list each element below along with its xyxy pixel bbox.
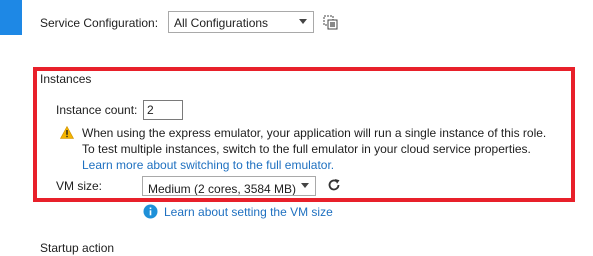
service-configuration-value: All Configurations [174, 16, 269, 30]
service-configuration-dropdown[interactable]: All Configurations [168, 11, 314, 33]
warning-icon [59, 125, 75, 139]
startup-action-header: Startup action [40, 241, 115, 255]
vm-size-label: VM size: [56, 179, 103, 193]
warning-message-line-1: When using the express emulator, your ap… [82, 126, 547, 140]
chevron-down-icon [301, 183, 309, 188]
chevron-down-icon [299, 19, 307, 24]
left-accent-strip [0, 0, 22, 35]
instance-count-input[interactable] [143, 100, 183, 120]
full-emulator-learn-more-link[interactable]: Learn more about switching to the full e… [82, 157, 334, 173]
service-configuration-label: Service Configuration: [40, 16, 159, 30]
manage-configurations-icon[interactable] [323, 15, 339, 31]
warning-message-line-2: To test multiple instances, switch to th… [82, 142, 531, 156]
vm-size-learn-more-link[interactable]: Learn about setting the VM size [164, 204, 333, 220]
vm-size-dropdown[interactable]: Medium (2 cores, 3584 MB) [142, 176, 316, 196]
refresh-icon[interactable] [327, 178, 341, 192]
info-icon [143, 204, 158, 219]
vm-size-value: Medium (2 cores, 3584 MB) [148, 182, 297, 196]
instances-section-header: Instances [40, 72, 92, 86]
instance-count-label: Instance count: [56, 103, 138, 117]
